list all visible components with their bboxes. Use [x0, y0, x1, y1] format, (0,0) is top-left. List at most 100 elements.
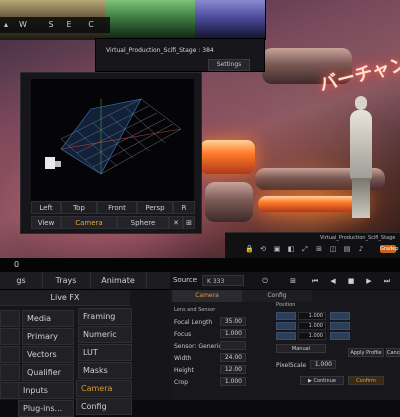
tab-settings[interactable]: gs	[0, 272, 43, 289]
compare-icon[interactable]: ◧	[287, 245, 295, 253]
tool-button-c[interactable]: C	[84, 17, 98, 33]
manual-button[interactable]: Manual	[276, 344, 326, 353]
play-reverse-icon[interactable]: ◀	[328, 276, 338, 286]
menu-item-masks[interactable]: Masks	[78, 362, 132, 379]
scope-icon[interactable]: ▤	[343, 245, 351, 253]
tool-button-s[interactable]: S	[44, 17, 58, 33]
view-top-button[interactable]: Top	[61, 201, 97, 214]
cancel-button[interactable]: Cancel	[386, 348, 400, 357]
menu-item[interactable]	[0, 346, 20, 363]
tab-trays[interactable]: Trays	[42, 272, 91, 289]
position-y-input[interactable]	[276, 322, 296, 330]
lock-icon[interactable]: ▴	[2, 17, 10, 33]
pixel-scale-label: PixelScale	[276, 362, 307, 369]
position-z-value[interactable]: 1.000	[298, 332, 326, 340]
grid-icon[interactable]: ⊞	[288, 276, 298, 286]
vectorscope-green	[105, 0, 196, 40]
character-legs	[352, 178, 370, 218]
width-input[interactable]: 24.00	[220, 353, 246, 362]
view-front-button[interactable]: Front	[97, 201, 137, 214]
lens-section-header: Lens and Sensor	[174, 307, 216, 313]
mode-camera-button[interactable]: Camera	[61, 216, 117, 229]
crop-input[interactable]: 1.000	[220, 377, 246, 386]
height-input[interactable]: 12.00	[220, 365, 246, 374]
rotation-y-input[interactable]	[330, 322, 350, 330]
rotation-z-input[interactable]	[330, 332, 350, 340]
menu-item-framing[interactable]: Framing	[78, 308, 132, 325]
menu-item[interactable]	[0, 328, 20, 345]
menu-item-vectors[interactable]: Vectors	[22, 346, 74, 363]
viewport-panel: Left Top Front Persp R View Camera Spher…	[20, 72, 202, 234]
close-icon[interactable]: ✕	[169, 216, 183, 229]
view-left-button[interactable]: Left	[31, 201, 61, 214]
continue-button[interactable]: ▶ Continue	[300, 376, 344, 385]
overlay-icon[interactable]: ◫	[329, 245, 337, 253]
monitor-view: バーチャント ▴ W S E C Virtual_Production_Scif…	[0, 0, 400, 258]
source-field[interactable]: K 333	[202, 275, 244, 286]
expand-icon[interactable]: ⤢	[301, 245, 309, 253]
menu-item-inputs[interactable]: Inputs	[18, 382, 74, 399]
monitor-subtitle: Virtual_Production_Scifi_Stage	[320, 235, 396, 241]
confirm-button[interactable]: Confirm	[348, 376, 384, 385]
tab-camera[interactable]: Camera	[172, 290, 242, 302]
pixel-scale-input[interactable]: 1.000	[310, 360, 336, 369]
mode-buttons: View Camera Sphere ✕ ⊞	[31, 216, 196, 230]
apply-profile-button[interactable]: Apply Profile	[348, 348, 384, 357]
camera-properties-panel: Camera Config Lens and Sensor Focal Leng…	[170, 290, 400, 400]
power-icon[interactable]: ⏻	[260, 276, 270, 286]
menu-item-primary[interactable]: Primary	[22, 328, 74, 345]
skip-back-icon[interactable]: ⏮	[310, 276, 320, 286]
position-z-input[interactable]	[276, 332, 296, 340]
monitor-toolbar: Virtual_Production_Scifi_Stage 🔒 ⟲ ▣ ◧ ⤢…	[225, 232, 400, 258]
menu-item-config[interactable]: Config	[76, 398, 132, 415]
position-x-input[interactable]	[276, 312, 296, 320]
frame-icon[interactable]: ▣	[273, 245, 281, 253]
field-label: Focal Length	[174, 319, 213, 326]
main-tabs: gs Trays Animate	[0, 272, 170, 290]
focus-input[interactable]: 1.000	[220, 329, 246, 338]
grid-icon[interactable]: ⊞	[183, 216, 195, 229]
character-head	[355, 96, 367, 110]
focal-length-input[interactable]: 35.00	[220, 317, 246, 326]
view-persp-button[interactable]: Persp	[137, 201, 173, 214]
field-label: Height	[174, 367, 194, 374]
tab-animate[interactable]: Animate	[90, 272, 147, 289]
live-fx-header: Live FX	[0, 290, 130, 306]
menu-item[interactable]	[0, 382, 20, 399]
play-icon[interactable]: ▶	[364, 276, 374, 286]
menu-item[interactable]	[0, 310, 20, 327]
skip-forward-icon[interactable]: ⏭	[382, 276, 392, 286]
menu-item-lut[interactable]: LUT	[78, 344, 132, 361]
rotation-x-input[interactable]	[330, 312, 350, 320]
position-x-value[interactable]: 1.000	[298, 312, 326, 320]
menu-item-numeric[interactable]: Numeric	[78, 326, 132, 343]
glowing-light	[200, 140, 255, 174]
split-icon[interactable]: ⊞	[315, 245, 323, 253]
loop-icon[interactable]: ⟲	[259, 245, 267, 253]
3d-viewport[interactable]	[31, 79, 194, 201]
timeline-bar[interactable]	[0, 258, 400, 272]
audio-icon[interactable]: ♪	[357, 245, 365, 253]
sensor-dropdown[interactable]	[220, 341, 246, 350]
tab-config[interactable]: Config	[242, 290, 312, 302]
lock-icon[interactable]: 🔒	[245, 245, 254, 253]
menu-item[interactable]	[0, 364, 20, 381]
stage-title: Virtual_Production_Scifi_Stage : 384	[106, 47, 214, 54]
live-fx-menu: Live FX Media Primary Vectors Qualifier …	[0, 290, 170, 417]
vectorscope-blue	[195, 0, 266, 40]
menu-item-media[interactable]: Media	[22, 310, 74, 327]
settings-button[interactable]: Settings	[208, 59, 250, 71]
view-r-button[interactable]: R	[173, 201, 195, 214]
mode-sphere-button[interactable]: Sphere	[117, 216, 169, 229]
tool-button-e[interactable]: E	[62, 17, 76, 33]
stop-icon[interactable]: ■	[346, 276, 356, 286]
menu-item-qualifier[interactable]: Qualifier	[22, 364, 74, 381]
character-figure	[350, 110, 372, 180]
tool-button-w[interactable]: W	[12, 17, 34, 33]
menu-item-plugins[interactable]: Plug-ins...	[18, 400, 74, 417]
position-y-value[interactable]: 1.000	[298, 322, 326, 330]
view-buttons: Left Top Front Persp R	[31, 201, 196, 215]
status-badge[interactable]: Gradep	[380, 245, 398, 253]
menu-item-camera[interactable]: Camera	[76, 380, 132, 397]
mode-view-button[interactable]: View	[31, 216, 61, 229]
